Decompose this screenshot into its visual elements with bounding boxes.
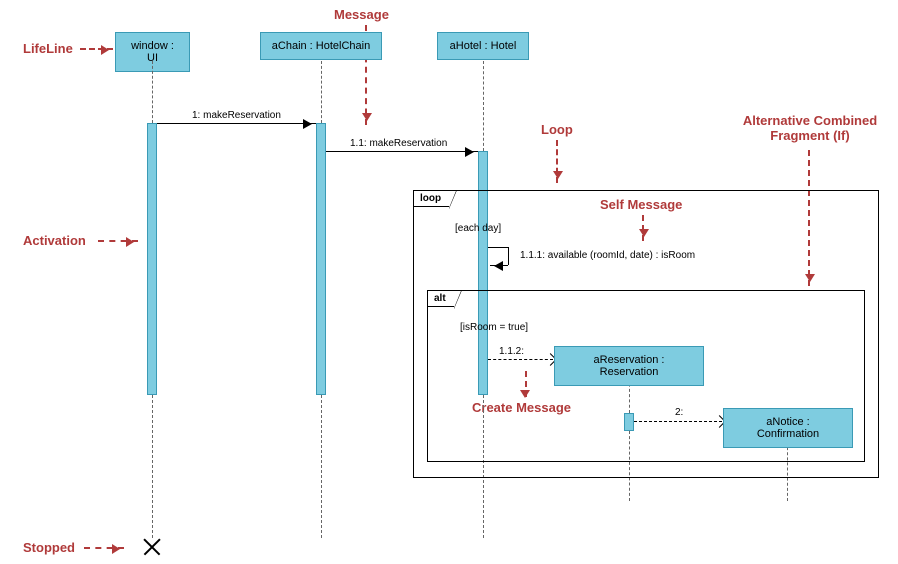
self-msg-v <box>508 247 509 265</box>
msg-112-label: 1.1.2: <box>497 346 526 357</box>
lifeline-hotel-dash <box>483 61 484 151</box>
lifeline-reservation: aReservation : Reservation <box>554 346 704 386</box>
msg-11-label: 1.1: makeReservation <box>348 138 449 149</box>
annot-activation-arrow <box>98 240 138 242</box>
msg-1-line <box>157 123 316 124</box>
self-msg-h1 <box>488 247 508 248</box>
fragment-loop-label: loop <box>414 191 450 207</box>
annot-stopped-arrow <box>84 547 124 549</box>
fragment-alt-guard: [isRoom = true] <box>460 322 528 333</box>
msg-11-line <box>326 151 478 152</box>
msg-2-line <box>634 421 722 422</box>
lifeline-chain: aChain : HotelChain <box>260 32 382 60</box>
fragment-loop-guard: [each day] <box>455 223 501 234</box>
fragment-alt-label: alt <box>428 291 455 307</box>
lifeline-ui-dash2 <box>152 395 153 538</box>
activation-ui <box>147 123 157 395</box>
lifeline-notice: aNotice : Confirmation <box>723 408 853 448</box>
annot-activation: Activation <box>23 233 86 248</box>
lifeline-ui-dash <box>152 61 153 123</box>
activation-chain <box>316 123 326 395</box>
self-msg-h2 <box>490 265 508 266</box>
annot-loop: Loop <box>541 122 573 137</box>
annot-message: Message <box>334 7 389 22</box>
msg-2-label: 2: <box>673 407 685 418</box>
annot-lifeline-arrow <box>80 48 113 50</box>
msg-112-line <box>488 359 553 360</box>
stop-marker <box>144 538 160 554</box>
annot-lifeline: LifeLine <box>23 41 73 56</box>
lifeline-chain-dash <box>321 61 322 123</box>
lifeline-chain-dash2 <box>321 395 322 538</box>
annot-alternative: Alternative Combined Fragment (If) <box>730 113 890 143</box>
lifeline-hotel: aHotel : Hotel <box>437 32 529 60</box>
msg-111-label: 1.1.1: available (roomId, date) : isRoom <box>518 250 697 261</box>
annot-stopped: Stopped <box>23 540 75 555</box>
msg-1-label: 1: makeReservation <box>190 110 283 121</box>
annot-loop-arrow <box>556 140 558 183</box>
